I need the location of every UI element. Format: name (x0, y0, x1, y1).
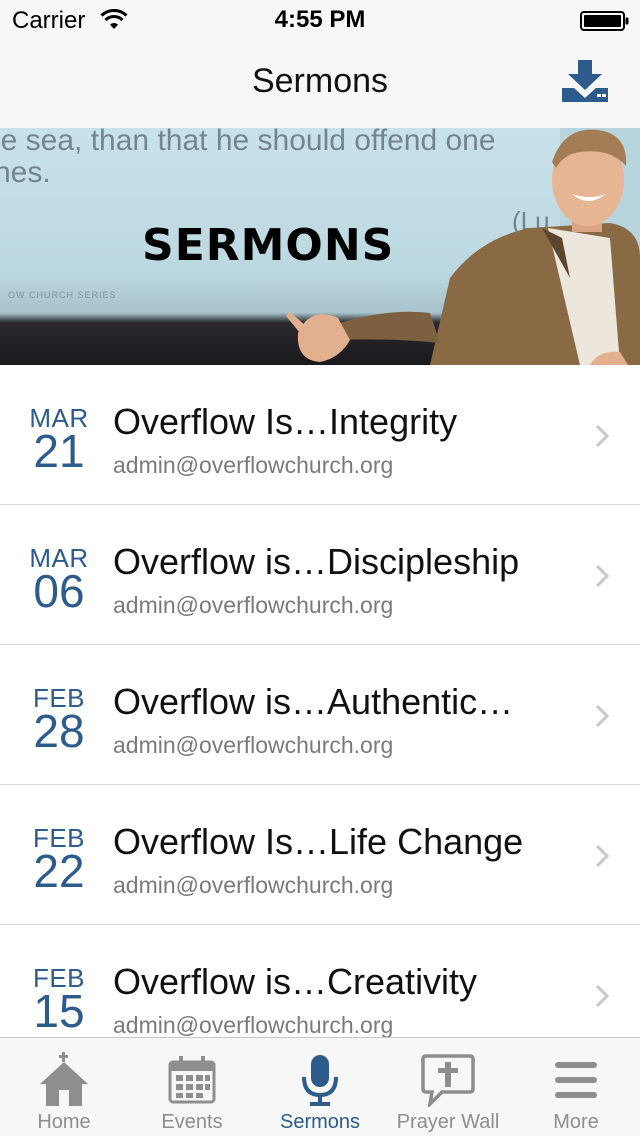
status-bar: Carrier 4:55 PM (0, 0, 640, 40)
sermon-author: admin@overflowchurch.org (113, 592, 394, 618)
navigation-bar: Sermons (0, 40, 640, 128)
tab-label: Home (37, 1111, 91, 1133)
tab-sermons[interactable]: Sermons (256, 1038, 384, 1136)
sermon-author: admin@overflowchurch.org (113, 872, 394, 898)
date-day: 22 (33, 845, 85, 897)
tab-label: Prayer Wall (396, 1111, 500, 1133)
battery-icon (580, 11, 629, 31)
sermon-title: Overflow is…Discipleship (113, 541, 520, 582)
menu-icon (546, 1050, 606, 1110)
prayer-bubble-icon (418, 1050, 478, 1110)
tab-label: Sermons (279, 1111, 361, 1133)
tab-prayer-wall[interactable]: Prayer Wall (384, 1038, 512, 1136)
download-icon (562, 60, 608, 102)
date-day: 28 (33, 705, 85, 757)
microphone-icon (290, 1050, 350, 1110)
sermon-title: Overflow is…Authentic… (113, 681, 514, 722)
date-day: 21 (33, 425, 85, 477)
calendar-icon (162, 1050, 222, 1110)
sermons-banner: le sea, than that he should offend one n… (0, 128, 640, 365)
speaker-photo (286, 129, 640, 365)
page-title: Sermons (251, 62, 389, 100)
clock: 4:55 PM (274, 6, 366, 33)
sermon-row[interactable]: FEB 22 Overflow Is…Life Change admin@ove… (0, 785, 640, 925)
chevron-right-icon (595, 424, 610, 448)
chevron-right-icon (595, 564, 610, 588)
tab-more[interactable]: More (512, 1038, 640, 1136)
tab-bar: Home Events Sermons Prayer Wall More (0, 1037, 640, 1136)
date-day: 15 (33, 985, 85, 1037)
sermon-author: admin@overflowchurch.org (113, 732, 394, 758)
sermon-row[interactable]: MAR 06 Overflow is…Discipleship admin@ov… (0, 505, 640, 645)
sermon-list: MAR 21 Overflow Is…Integrity admin@overf… (0, 365, 640, 1037)
banner-series-text: OW CHURCH SERIES (8, 290, 117, 300)
sermon-row[interactable]: FEB 28 Overflow is…Authentic… admin@over… (0, 645, 640, 785)
tab-label: Events (161, 1111, 223, 1133)
chevron-right-icon (595, 844, 610, 868)
chevron-right-icon (595, 984, 610, 1008)
sermon-title: Overflow Is…Life Change (113, 821, 524, 862)
banner-quote-line: nes. (0, 156, 51, 189)
download-button[interactable] (558, 54, 612, 108)
date-day: 06 (33, 565, 85, 617)
sermon-author: admin@overflowchurch.org (113, 452, 394, 478)
tab-label: More (553, 1111, 599, 1133)
tab-home[interactable]: Home (0, 1038, 128, 1136)
sermon-row[interactable]: FEB 15 Overflow is…Creativity admin@over… (0, 925, 640, 1037)
tab-events[interactable]: Events (128, 1038, 256, 1136)
chevron-right-icon (595, 704, 610, 728)
home-icon (34, 1050, 94, 1110)
sermon-author: admin@overflowchurch.org (113, 1012, 394, 1037)
sermon-title: Overflow is…Creativity (113, 961, 478, 1002)
sermon-title: Overflow Is…Integrity (113, 401, 458, 442)
sermon-row[interactable]: MAR 21 Overflow Is…Integrity admin@overf… (0, 365, 640, 505)
